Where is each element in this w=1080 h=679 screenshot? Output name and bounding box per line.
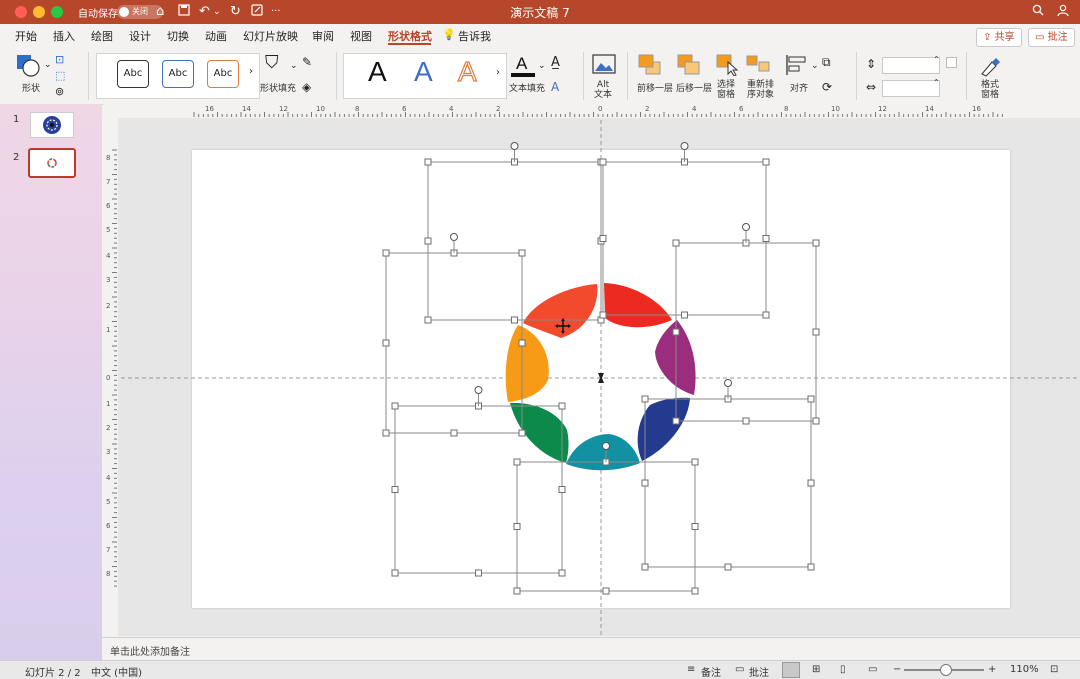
slide-sorter-icon[interactable]: ⊞ (812, 664, 820, 675)
rotate-handle[interactable] (450, 233, 458, 241)
resize-handle[interactable] (762, 311, 770, 319)
language-indicator[interactable]: 中文 (中国) (91, 664, 142, 679)
resize-handle[interactable] (511, 316, 518, 324)
notes-toggle-icon[interactable]: ≡ (687, 664, 695, 675)
resize-handle[interactable] (807, 395, 815, 403)
resize-handle[interactable] (672, 417, 680, 425)
resize-handle[interactable] (513, 458, 521, 466)
fit-to-window-icon[interactable]: ⊡ (1050, 664, 1058, 675)
zoom-in-button[interactable]: + (988, 664, 996, 675)
resize-handle[interactable] (513, 587, 521, 595)
slide-counter: 幻灯片 2 / 2 (25, 668, 81, 679)
resize-handle[interactable] (762, 158, 770, 166)
resize-handle[interactable] (599, 158, 607, 166)
rotate-handle[interactable] (742, 223, 750, 231)
resize-handle[interactable] (742, 417, 750, 425)
resize-handle[interactable] (812, 328, 820, 336)
resize-handle[interactable] (558, 402, 566, 410)
resize-handle[interactable] (672, 239, 680, 247)
resize-handle[interactable] (518, 249, 526, 257)
selection-frame[interactable] (516, 461, 696, 592)
status-bar: 幻灯片 2 / 2 中文 (中国) ≡ 备注 ▭ 批注 ⊞ ▯ ▭ − + 11… (0, 660, 1080, 679)
resize-handle[interactable] (518, 339, 526, 347)
notes-toggle-label[interactable]: 备注 (701, 664, 721, 679)
resize-handle[interactable] (382, 429, 390, 437)
resize-handle[interactable] (691, 523, 699, 530)
resize-handle[interactable] (424, 237, 432, 245)
notes-pane[interactable]: 单击此处添加备注 (102, 637, 1080, 661)
resize-handle[interactable] (424, 316, 432, 324)
zoom-level[interactable]: 110% (1010, 664, 1039, 675)
resize-handle[interactable] (475, 569, 482, 577)
zoom-out-button[interactable]: − (893, 664, 901, 675)
resize-handle[interactable] (391, 569, 399, 577)
resize-handle[interactable] (812, 239, 820, 247)
rotate-handle[interactable] (602, 442, 610, 450)
petal-orange[interactable] (505, 325, 549, 402)
resize-handle[interactable] (672, 328, 680, 336)
selection-frame[interactable] (675, 242, 817, 422)
rotate-handles[interactable] (450, 142, 750, 463)
resize-handle[interactable] (382, 249, 390, 257)
resize-handle[interactable] (641, 563, 649, 571)
resize-handle[interactable] (450, 429, 458, 437)
reading-view-icon[interactable]: ▯ (840, 664, 846, 675)
resize-handle[interactable] (602, 587, 610, 595)
resize-handle[interactable] (641, 395, 649, 403)
resize-handle[interactable] (691, 587, 699, 595)
rotate-handle[interactable] (724, 379, 732, 387)
resize-handle[interactable] (599, 235, 607, 242)
notes-placeholder: 单击此处添加备注 (110, 647, 190, 658)
resize-handle[interactable] (424, 158, 432, 166)
resize-handle[interactable] (807, 479, 815, 487)
comments-toggle-label[interactable]: 批注 (749, 664, 769, 679)
slideshow-icon[interactable]: ▭ (868, 664, 877, 675)
resize-handle[interactable] (391, 402, 399, 410)
resize-handle[interactable] (762, 235, 770, 242)
resize-handle[interactable] (724, 563, 732, 571)
zoom-slider-thumb[interactable] (940, 664, 952, 676)
resize-handle[interactable] (812, 417, 820, 425)
resize-handle[interactable] (641, 479, 649, 487)
comments-toggle-icon[interactable]: ▭ (735, 664, 744, 675)
rotate-handle[interactable] (510, 142, 519, 150)
resize-handle[interactable] (599, 311, 607, 319)
rotate-handle[interactable] (474, 386, 483, 394)
rotate-handle[interactable] (680, 142, 689, 150)
resize-handle[interactable] (681, 311, 688, 319)
slide-overlay (121, 120, 1080, 636)
petal-red-orange[interactable] (523, 284, 598, 338)
resize-handle[interactable] (391, 486, 399, 493)
petal-red[interactable] (604, 283, 672, 328)
normal-view-icon[interactable] (782, 662, 800, 678)
resize-handle[interactable] (558, 569, 566, 577)
resize-handle[interactable] (513, 523, 521, 530)
resize-handle[interactable] (382, 339, 390, 347)
resize-handle[interactable] (691, 458, 699, 466)
resize-handle[interactable] (558, 486, 566, 493)
resize-handle[interactable] (518, 429, 526, 437)
resize-handle[interactable] (807, 563, 815, 571)
